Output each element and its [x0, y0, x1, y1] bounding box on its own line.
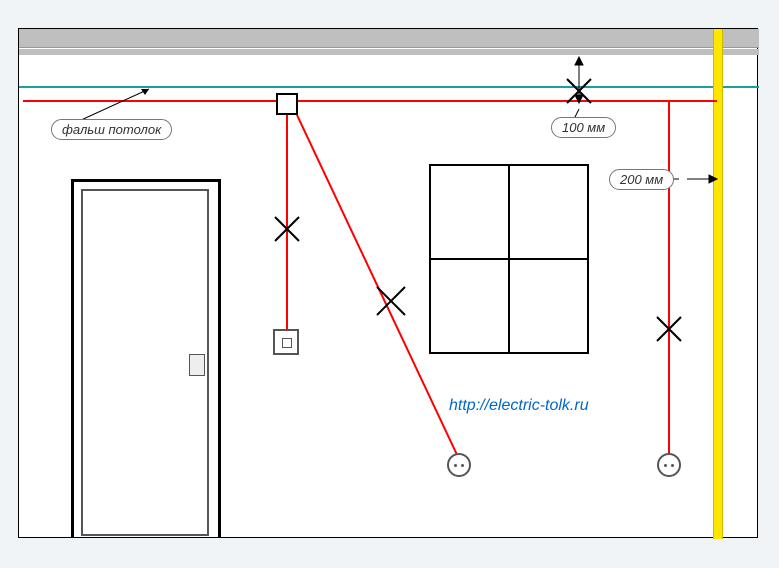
door-handle: [189, 354, 205, 376]
label-dim-side: 200 мм: [609, 169, 674, 190]
light-switch: [273, 329, 299, 355]
junction-box: [276, 93, 298, 115]
wall-frame: фальш потолок 100 мм 200 мм http://elect…: [18, 28, 758, 538]
gas-pipe: [713, 29, 723, 539]
ceiling-slab: [19, 29, 759, 48]
ceiling-slab-lower: [19, 49, 759, 55]
socket-outlet-1: [447, 453, 471, 477]
window: [429, 164, 589, 354]
socket-outlet-2: [657, 453, 681, 477]
label-false-ceiling: фальш потолок: [51, 119, 172, 140]
label-dim-top: 100 мм: [551, 117, 616, 138]
diagram-canvas: фальш потолок 100 мм 200 мм http://elect…: [0, 0, 779, 568]
false-ceiling-line: [19, 86, 759, 88]
source-url: http://electric-tolk.ru: [449, 397, 589, 415]
